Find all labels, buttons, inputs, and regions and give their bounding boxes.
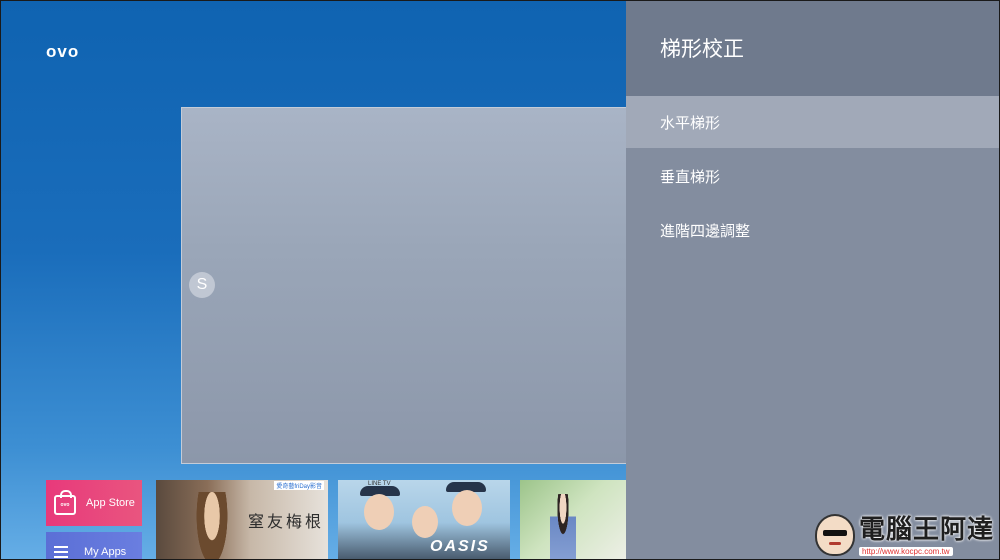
series-poster-tile[interactable] xyxy=(520,480,630,560)
shopping-bag-icon: ovo xyxy=(54,490,76,515)
my-apps-label: My Apps xyxy=(84,546,127,558)
mascot-face-icon xyxy=(814,514,855,556)
poster-face xyxy=(412,506,438,538)
poster-title: OASIS xyxy=(430,538,490,555)
menu-item-advanced-four-corner[interactable]: 進階四邊調整 xyxy=(626,204,1000,256)
watermark-url: http://www.kocpc.com.tw xyxy=(858,547,953,556)
movie-poster-tile[interactable]: 愛奇藝friDay影音 窒友梅根 xyxy=(156,480,328,560)
drama-poster-tile[interactable]: LINE TV OASIS xyxy=(338,480,510,560)
featured-preview-panel[interactable] xyxy=(181,107,641,464)
poster-brand: 愛奇藝friDay影音 xyxy=(274,481,324,490)
poster-face xyxy=(364,494,394,530)
list-icon xyxy=(54,546,68,558)
app-store-label: App Store xyxy=(86,497,135,509)
settings-title: 梯形校正 xyxy=(626,0,1000,96)
launcher-screen: ovo S ovo App Store My Apps 愛奇藝friDay影音 … xyxy=(0,0,1000,560)
site-watermark: 電腦王阿達 http://www.kocpc.com.tw xyxy=(814,509,994,556)
poster-figure xyxy=(550,494,576,560)
my-apps-tile[interactable]: My Apps xyxy=(46,532,142,560)
watermark-title: 電腦王阿達 xyxy=(858,515,994,545)
poster-title: 窒友梅根 xyxy=(248,512,325,531)
preview-avatar: S xyxy=(189,272,215,298)
poster-face xyxy=(452,490,482,526)
poster-figure xyxy=(194,492,230,560)
app-store-tile[interactable]: ovo App Store xyxy=(46,480,142,526)
ovo-logo: ovo xyxy=(46,42,80,61)
keystone-settings-panel: 梯形校正 水平梯形 垂直梯形 進階四邊調整 xyxy=(626,0,1000,560)
menu-item-vertical-keystone[interactable]: 垂直梯形 xyxy=(626,150,1000,202)
app-store-icon-text: ovo xyxy=(60,502,70,508)
menu-item-horizontal-keystone[interactable]: 水平梯形 xyxy=(626,96,1000,148)
